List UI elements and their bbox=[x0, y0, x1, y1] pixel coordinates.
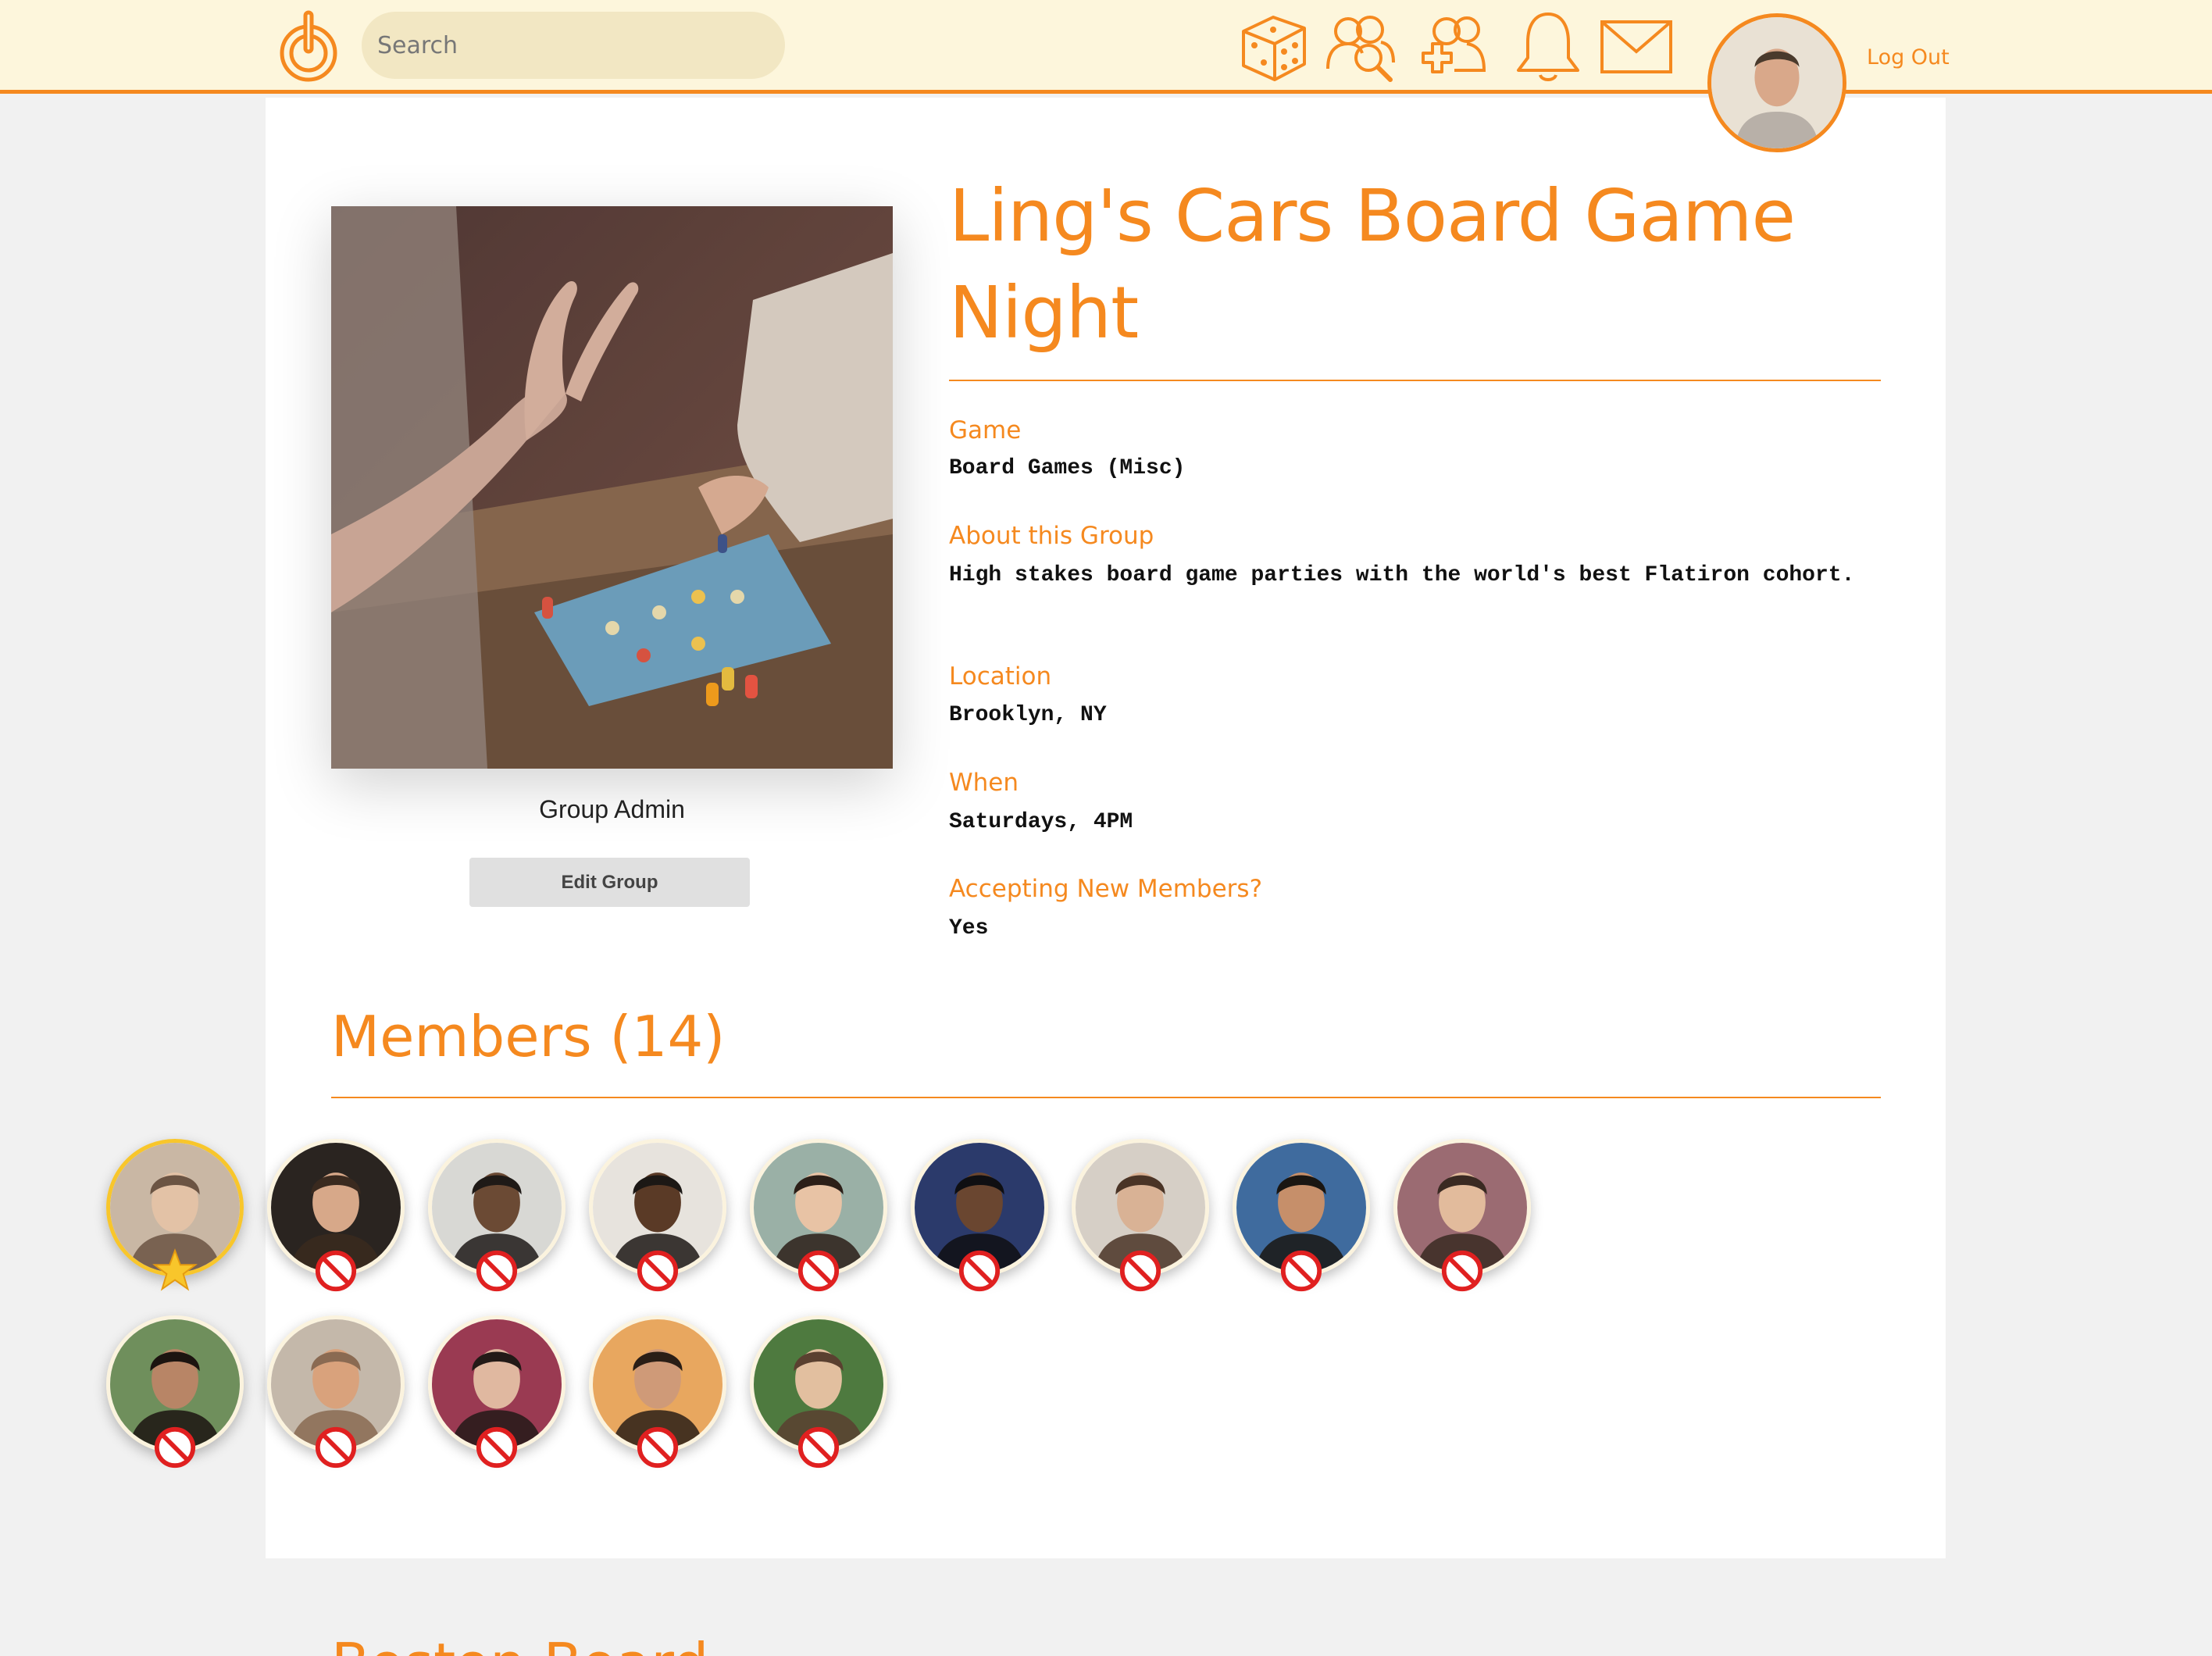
add-group-icon[interactable] bbox=[1415, 8, 1493, 86]
user-avatar-photo bbox=[1711, 17, 1843, 148]
location-label: Location bbox=[949, 662, 1052, 691]
search-input[interactable] bbox=[362, 12, 785, 79]
mail-icon[interactable] bbox=[1597, 8, 1675, 86]
accepting-members-value: Yes bbox=[949, 916, 989, 940]
game-label: Game bbox=[949, 416, 1022, 444]
remove-member-icon[interactable] bbox=[1118, 1248, 1163, 1294]
accepting-members-label: Accepting New Members? bbox=[949, 875, 1263, 903]
title-divider bbox=[949, 380, 1881, 381]
about-value: High stakes board game parties with the … bbox=[949, 563, 1855, 587]
dice-icon[interactable] bbox=[1236, 8, 1314, 86]
groups-search-icon[interactable] bbox=[1322, 8, 1400, 86]
when-label: When bbox=[949, 769, 1019, 797]
when-value: Saturdays, 4PM bbox=[949, 810, 1133, 834]
remove-member-icon[interactable] bbox=[1279, 1248, 1324, 1294]
main-content: Group Admin Edit Group Ling's Cars Board… bbox=[106, 98, 1946, 1656]
remove-member-icon[interactable] bbox=[152, 1425, 198, 1470]
remove-member-icon[interactable] bbox=[474, 1425, 519, 1470]
next-section-heading: Boston Board bbox=[331, 1629, 708, 1656]
group-admin-label: Group Admin bbox=[539, 795, 685, 823]
remove-member-icon[interactable] bbox=[957, 1248, 1002, 1294]
about-label: About this Group bbox=[949, 522, 1154, 550]
members-divider bbox=[331, 1097, 1881, 1098]
remove-member-icon[interactable] bbox=[313, 1248, 359, 1294]
logout-link[interactable]: Log Out bbox=[1867, 45, 1950, 70]
bell-icon[interactable] bbox=[1509, 8, 1587, 86]
group-title: Ling's Cars Board Game Night bbox=[949, 174, 1796, 355]
group-photo bbox=[331, 206, 893, 769]
remove-member-icon[interactable] bbox=[635, 1248, 680, 1294]
power-icon[interactable] bbox=[277, 9, 340, 84]
game-value: Board Games (Misc) bbox=[949, 456, 1186, 480]
edit-group-button[interactable]: Edit Group bbox=[469, 858, 750, 907]
location-value: Brooklyn, NY bbox=[949, 703, 1107, 727]
top-navigation-bar: Log Out bbox=[0, 0, 2212, 152]
user-avatar[interactable] bbox=[1707, 13, 1846, 152]
members-heading: Members (14) bbox=[331, 1004, 726, 1069]
remove-member-icon[interactable] bbox=[313, 1425, 359, 1470]
remove-member-icon[interactable] bbox=[474, 1248, 519, 1294]
star-icon bbox=[152, 1248, 198, 1291]
remove-member-icon[interactable] bbox=[635, 1425, 680, 1470]
remove-member-icon[interactable] bbox=[796, 1248, 841, 1294]
remove-member-icon[interactable] bbox=[796, 1425, 841, 1470]
remove-member-icon[interactable] bbox=[1440, 1248, 1485, 1294]
